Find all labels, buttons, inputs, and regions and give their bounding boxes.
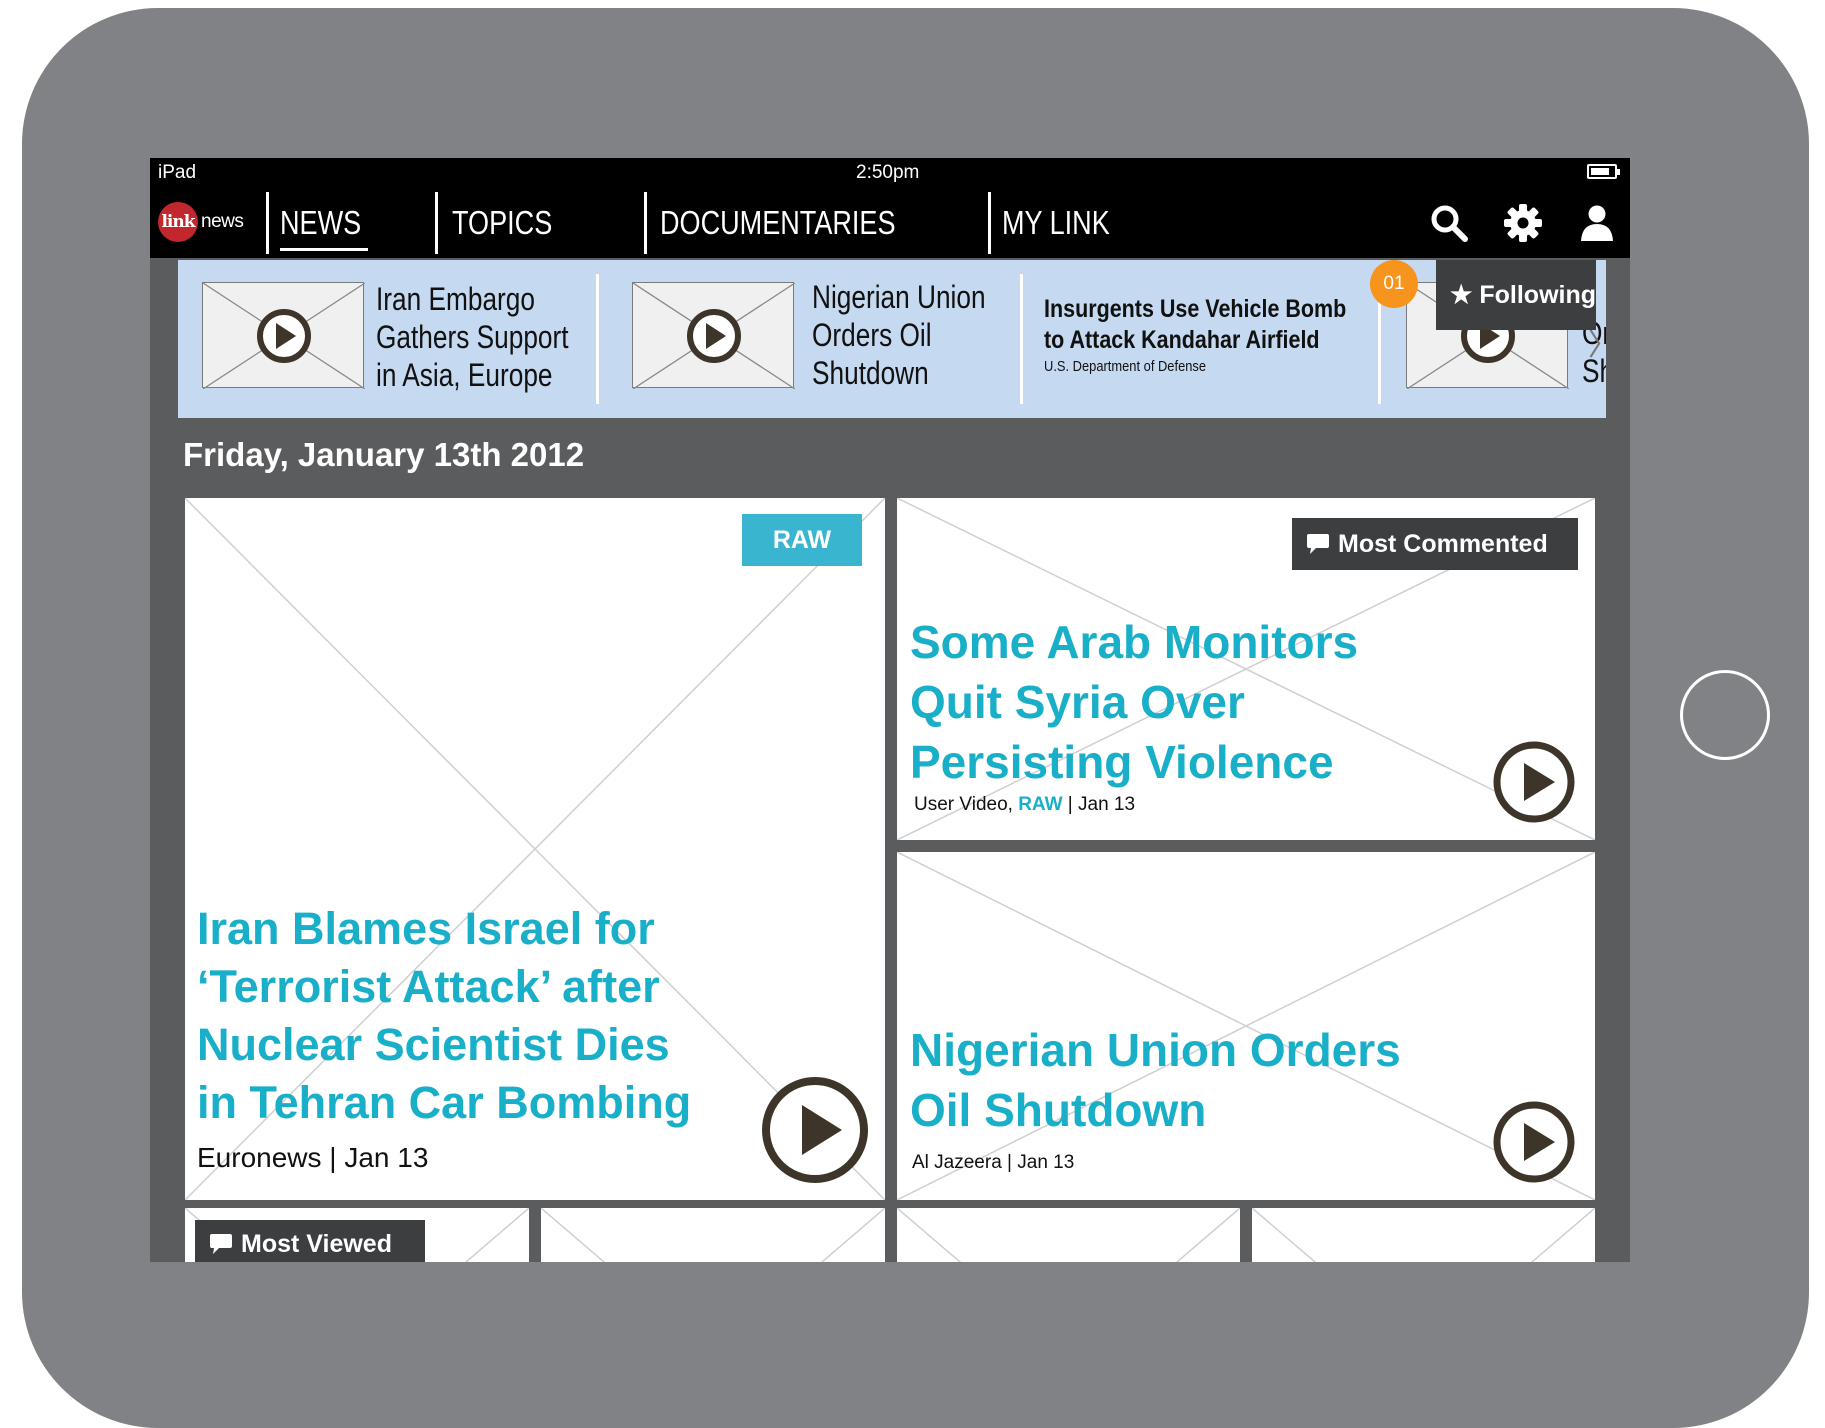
ticker-divider [1020, 274, 1023, 404]
active-tab-indicator [280, 248, 368, 251]
ticker-item[interactable]: Insurgents Use Vehicle Bomb to Attack Ka… [1044, 260, 1384, 418]
play-icon [203, 283, 365, 389]
app-logo[interactable]: link news [158, 202, 244, 242]
nav-divider [988, 192, 991, 254]
story-meta: User Video, RAW | Jan 13 [914, 794, 1136, 815]
ticker-source: U.S. Department of Defense [1044, 358, 1207, 375]
most-viewed-tag: Most Viewed [195, 1220, 425, 1262]
ticker-title: Nigerian Union Orders Oil Shutdown [812, 279, 986, 391]
video-thumbnail [202, 282, 365, 389]
main-nav: link news NEWS TOPICS DOCUMENTARIES MY L… [150, 188, 1630, 258]
comment-icon [1307, 534, 1329, 554]
story-headline: Nigerian Union Orders Oil Shutdown [910, 1024, 1401, 1136]
most-commented-label: Most Commented [1338, 529, 1548, 558]
tab-topics[interactable]: TOPICS [452, 204, 552, 242]
story-card-small[interactable] [1252, 1208, 1595, 1262]
image-placeholder [1252, 1208, 1595, 1262]
video-thumbnail [632, 282, 795, 389]
status-bar: iPad 2:50pm [150, 158, 1630, 188]
search-icon[interactable] [1428, 202, 1470, 244]
logo-badge: link [158, 202, 198, 242]
raw-tag: RAW [742, 514, 862, 566]
story-card-main[interactable]: RAW Iran Blames Israel for ‘Terrorist At… [185, 498, 885, 1200]
story-card-small[interactable]: Most Viewed [185, 1208, 529, 1262]
image-placeholder [541, 1208, 885, 1262]
play-icon[interactable] [1492, 740, 1576, 824]
ticker-divider [596, 274, 599, 404]
raw-link[interactable]: RAW [1018, 794, 1062, 815]
status-device-label: iPad [158, 162, 197, 183]
nav-divider [644, 192, 647, 254]
ticker-title: Iran Embargo Gathers Support in Asia, Eu… [376, 281, 569, 393]
nav-divider [266, 192, 269, 254]
battery-icon [1587, 164, 1620, 179]
story-card-small[interactable] [897, 1208, 1240, 1262]
most-viewed-label: Most Viewed [241, 1229, 392, 1258]
tab-documentaries[interactable]: DOCUMENTARIES [660, 204, 896, 242]
play-icon [633, 283, 795, 389]
following-button[interactable]: ★ Following [1436, 260, 1596, 330]
tab-my-link[interactable]: MY LINK [1002, 204, 1110, 242]
following-count-badge: 01 [1370, 260, 1418, 308]
ticker-item[interactable]: Iran Embargo Gathers Support in Asia, Eu… [202, 260, 602, 418]
ticker-item[interactable]: Nigerian Union Orders Oil Shutdown [632, 260, 1032, 418]
ticker-title: Insurgents Use Vehicle Bomb to Attack Ka… [1044, 295, 1347, 354]
comment-icon [210, 1234, 232, 1254]
tab-news[interactable]: NEWS [280, 204, 361, 242]
most-commented-tag: Most Commented [1292, 518, 1578, 570]
gear-icon[interactable] [1502, 202, 1544, 244]
logo-word: news [201, 211, 244, 232]
home-button[interactable] [1680, 670, 1770, 760]
story-headline: Iran Blames Israel for ‘Terrorist Attack… [197, 903, 692, 1128]
tablet-frame: iPad 2:50pm link news NEWS TOPICS DOCUME… [0, 0, 1825, 1428]
story-headline: Some Arab Monitors Quit Syria Over Persi… [910, 616, 1359, 788]
user-icon[interactable] [1576, 202, 1618, 244]
story-meta: Euronews | Jan 13 [197, 1142, 429, 1173]
status-time: 2:50pm [856, 162, 920, 183]
nav-divider [435, 192, 438, 254]
story-meta: Al Jazeera | Jan 13 [912, 1152, 1075, 1173]
app-screen: iPad 2:50pm link news NEWS TOPICS DOCUME… [150, 158, 1630, 1262]
story-card-small[interactable] [541, 1208, 885, 1262]
date-heading: Friday, January 13th 2012 [183, 436, 585, 473]
play-icon[interactable] [760, 1075, 870, 1185]
play-icon[interactable] [1492, 1100, 1576, 1184]
story-card-bottom-right[interactable]: Nigerian Union Orders Oil Shutdown Al Ja… [897, 852, 1595, 1200]
story-card-top-right[interactable]: Most Commented Some Arab Monitors Quit S… [897, 498, 1595, 840]
image-placeholder [897, 1208, 1240, 1262]
